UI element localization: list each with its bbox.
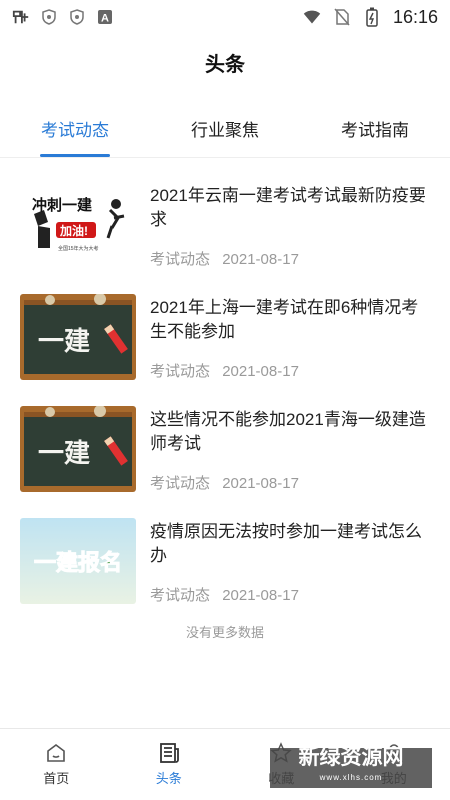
- article-category: 考试动态: [150, 587, 211, 604]
- watermark-main: 新绿资源网: [298, 746, 404, 769]
- list-item[interactable]: 冲刺一建 加油! 全国15年大为大考 2021年云南一建考试考试最新防疫要求 考…: [0, 170, 450, 282]
- font-app-icon: A: [96, 8, 114, 26]
- tab-exam-guide[interactable]: 考试指南: [300, 108, 450, 157]
- status-bar: A 16:16: [0, 0, 450, 34]
- article-date: 2021-08-17: [222, 475, 299, 492]
- tab-industry-focus[interactable]: 行业聚焦: [150, 108, 300, 157]
- list-item[interactable]: 一建 2021年上海一建考试在即6种情况考生不能参加 考试动态 2021-08-…: [0, 282, 450, 394]
- nav-label: 首页: [43, 771, 70, 786]
- wifi-icon: [303, 8, 321, 26]
- article-thumbnail: 一建报名: [20, 518, 136, 604]
- article-title: 这些情况不能参加2021青海一级建造师考试: [150, 410, 426, 453]
- thumb-signup-text: 一建报名: [34, 550, 122, 575]
- article-thumbnail: 一建: [20, 406, 136, 492]
- list-item[interactable]: 一建 这些情况不能参加2021青海一级建造师考试 考试动态 2021-08-17: [0, 394, 450, 506]
- page-title: 头条: [205, 54, 245, 76]
- thumb-slogan-sub: 加油!: [59, 223, 88, 238]
- app-logo-icon: [12, 8, 30, 26]
- nav-label: 头条: [155, 771, 182, 786]
- nav-news[interactable]: 头条: [113, 729, 226, 800]
- article-title: 疫情原因无法按时参加一建考试怎么办: [150, 522, 422, 565]
- watermark: 新绿资源网 www.xlhs.com: [270, 746, 432, 788]
- article-date: 2021-08-17: [222, 587, 299, 604]
- status-time: 16:16: [392, 6, 438, 27]
- tab-exam-news[interactable]: 考试动态: [0, 108, 150, 157]
- article-category: 考试动态: [150, 475, 211, 492]
- article-meta: 考试动态 2021-08-17: [150, 584, 299, 605]
- article-title: 2021年云南一建考试考试最新防疫要求: [150, 186, 426, 229]
- thumb-slogan-main: 冲刺一建: [32, 196, 93, 214]
- article-title: 2021年上海一建考试在即6种情况考生不能参加: [150, 298, 419, 341]
- thumb-chalk-text: 一建: [38, 439, 90, 468]
- thumb-chalk-text: 一建: [38, 327, 90, 356]
- shield-icon: [68, 8, 86, 26]
- article-thumbnail: 一建: [20, 294, 136, 380]
- article-date: 2021-08-17: [222, 251, 299, 268]
- article-category: 考试动态: [150, 363, 211, 380]
- no-sim-icon: [333, 8, 351, 26]
- article-meta: 考试动态 2021-08-17: [150, 472, 299, 493]
- svg-text:A: A: [101, 13, 109, 25]
- article-meta: 考试动态 2021-08-17: [150, 248, 299, 269]
- article-list: 冲刺一建 加油! 全国15年大为大考 2021年云南一建考试考试最新防疫要求 考…: [0, 170, 450, 618]
- article-date: 2021-08-17: [222, 363, 299, 380]
- article-thumbnail: 冲刺一建 加油! 全国15年大为大考: [20, 182, 136, 268]
- watermark-sub: www.xlhs.com: [319, 773, 383, 782]
- thumb-slogan-small: 全国15年大为大考: [58, 245, 99, 252]
- shield-icon: [40, 8, 58, 26]
- battery-icon: [363, 7, 381, 27]
- no-more-data: 没有更多数据: [185, 625, 264, 640]
- article-meta: 考试动态 2021-08-17: [150, 360, 299, 381]
- nav-home[interactable]: 首页: [0, 729, 113, 800]
- category-tabs: 考试动态 行业聚焦 考试指南: [0, 108, 450, 158]
- home-icon: [47, 744, 66, 762]
- article-category: 考试动态: [150, 251, 211, 268]
- header: 头条: [0, 48, 450, 77]
- list-item[interactable]: 一建报名 疫情原因无法按时参加一建考试怎么办 考试动态 2021-08-17: [0, 506, 450, 618]
- news-icon: [159, 743, 179, 763]
